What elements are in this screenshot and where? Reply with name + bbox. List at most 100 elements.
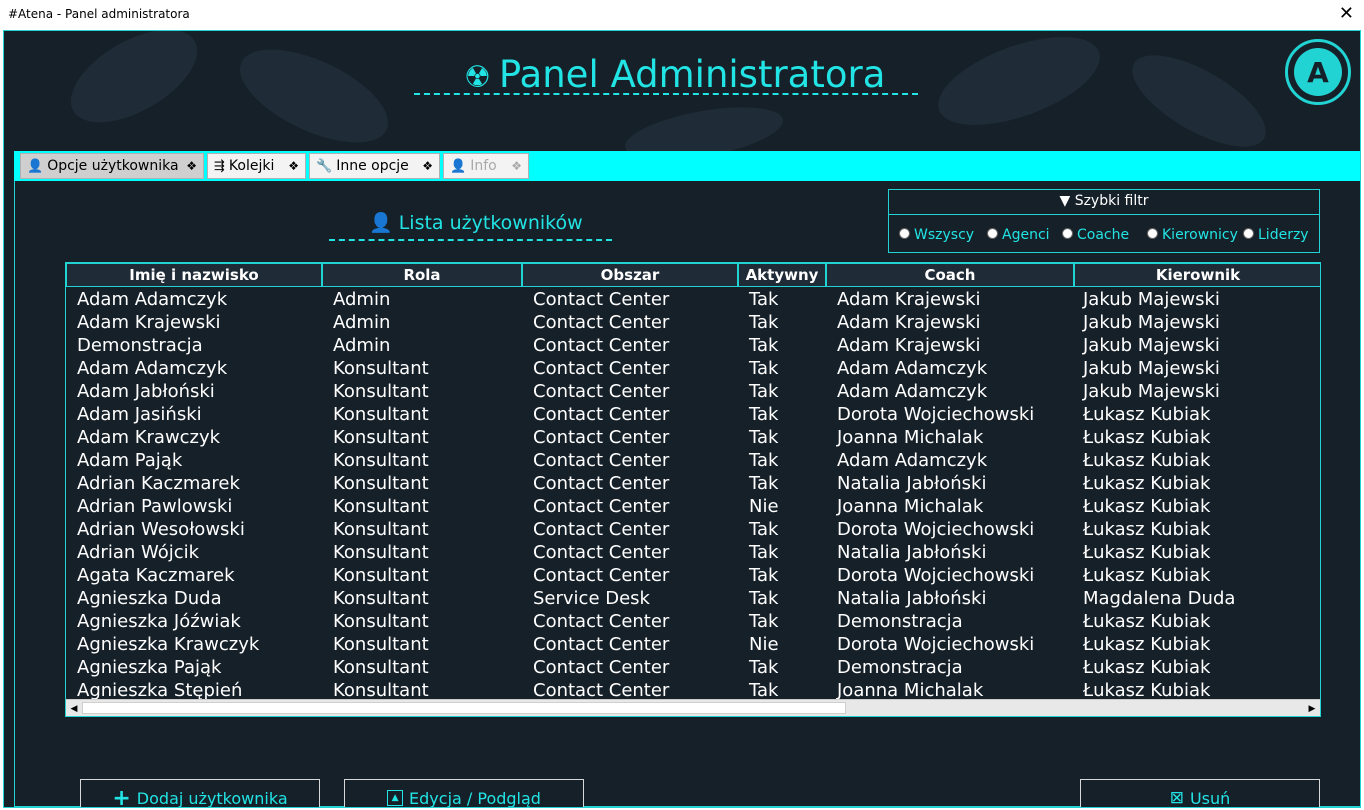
tab-info[interactable]: 👤 Info ❖ bbox=[443, 153, 529, 179]
table-cell: Nie bbox=[749, 634, 779, 655]
table-row[interactable]: Adam Jasiński Konsultant Contact Center Tak… bbox=[66, 403, 1320, 426]
filter-option-agenci[interactable]: Agenci bbox=[987, 227, 1050, 243]
table-cell: Demonstracja bbox=[837, 657, 963, 678]
add-user-button[interactable]: + Dodaj użytkownika bbox=[80, 779, 320, 808]
list-title: 👤 Lista użytkowników bbox=[369, 211, 583, 234]
table-row[interactable]: Agnieszka Duda Konsultant Service Desk Tak N… bbox=[66, 587, 1320, 610]
table-cell: Jakub Majewski bbox=[1083, 335, 1220, 356]
filter-option-kierownicy[interactable]: Kierownicy bbox=[1147, 227, 1238, 243]
table-cell: Adrian Wójcik bbox=[77, 542, 200, 563]
filter-option-coache[interactable]: Coache bbox=[1062, 227, 1129, 243]
delete-label: Usuń bbox=[1189, 788, 1231, 808]
add-user-label: Dodaj użytkownika bbox=[136, 788, 288, 808]
table-cell: Contact Center bbox=[533, 450, 670, 471]
table-cell: Tak bbox=[749, 335, 779, 356]
column-header[interactable]: Coach bbox=[826, 263, 1074, 287]
radio-icon[interactable] bbox=[1062, 228, 1073, 239]
table-cell: Admin bbox=[333, 289, 391, 310]
column-header[interactable]: Kierownik bbox=[1074, 263, 1320, 287]
column-header[interactable]: Obszar bbox=[522, 263, 738, 287]
window-title: #Atena - Panel administratora bbox=[8, 7, 190, 21]
table-row[interactable]: Agnieszka Jóźwiak Konsultant Contact Cente… bbox=[66, 610, 1320, 633]
table-cell: Tak bbox=[749, 542, 779, 563]
quick-filter: ▼ Szybki filtr Wszyscy Agenci Coache Kie… bbox=[888, 189, 1320, 253]
edit-view-label: Edycja / Podgląd bbox=[409, 788, 541, 808]
scrollbar-thumb[interactable] bbox=[82, 702, 846, 714]
edit-icon: ▲ bbox=[387, 790, 404, 806]
table-cell: Contact Center bbox=[533, 358, 670, 379]
table-row[interactable]: Adrian Kaczmarek Konsultant Contact Center… bbox=[66, 472, 1320, 495]
filter-option-label: Agenci bbox=[1002, 227, 1050, 243]
tab-inne-opcje[interactable]: 🔧 Inne opcje ❖ bbox=[309, 153, 440, 179]
table-cell: Agnieszka Krawczyk bbox=[77, 634, 260, 655]
delete-button[interactable]: ⊠ Usuń bbox=[1080, 779, 1320, 808]
background-leaf bbox=[927, 31, 1111, 143]
table-cell: Łukasz Kubiak bbox=[1083, 542, 1211, 563]
table-cell: Contact Center bbox=[533, 519, 670, 540]
tab-opcje-uzytkownika[interactable]: 👤 Opcje użytkownika ❖ bbox=[20, 153, 204, 179]
tab-label: Kolejki bbox=[228, 158, 275, 174]
table-cell: Agnieszka Duda bbox=[77, 588, 222, 609]
column-header[interactable]: Aktywny bbox=[738, 263, 826, 287]
horizontal-scrollbar[interactable]: ◀ ▶ bbox=[66, 699, 1320, 716]
table-cell: Contact Center bbox=[533, 473, 670, 494]
table-row[interactable]: Adam Adamczyk Konsultant Contact Center Tak… bbox=[66, 357, 1320, 380]
pin-icon[interactable]: ❖ bbox=[186, 159, 197, 173]
table-cell: Contact Center bbox=[533, 335, 670, 356]
table-cell: Adam Krajewski bbox=[837, 335, 981, 356]
filter-option-label: Coache bbox=[1077, 227, 1130, 243]
pin-icon[interactable]: ❖ bbox=[288, 159, 299, 173]
table-row[interactable]: Adam Pająk Konsultant Contact Center Tak Ada… bbox=[66, 449, 1320, 472]
column-header[interactable]: Imię i nazwisko bbox=[66, 263, 322, 287]
table-cell: Jakub Majewski bbox=[1083, 289, 1220, 310]
pin-icon[interactable]: ❖ bbox=[511, 159, 522, 173]
table-row[interactable]: Agnieszka Krawczyk Konsultant Contact Cent… bbox=[66, 633, 1320, 656]
table-row[interactable]: Adrian Wesołowski Konsultant Contact Cente… bbox=[66, 518, 1320, 541]
table-cell: Adam Pająk bbox=[77, 450, 183, 471]
table-row[interactable]: Adam Krajewski Admin Contact Center Tak Adam… bbox=[66, 311, 1320, 334]
delete-icon: ⊠ bbox=[1169, 788, 1184, 808]
users-table[interactable]: Imię i nazwisko Rola Obszar Aktywny Coac… bbox=[65, 262, 1321, 717]
table-row[interactable]: Agata Kaczmarek Konsultant Contact Center T… bbox=[66, 564, 1320, 587]
column-header[interactable]: Rola bbox=[322, 263, 522, 287]
table-cell: Łukasz Kubiak bbox=[1083, 634, 1211, 655]
background-leaf bbox=[1119, 37, 1279, 165]
tab-kolejki[interactable]: ⇶ Kolejki ❖ bbox=[207, 153, 306, 179]
filter-option-wszyscy[interactable]: Wszyscy bbox=[899, 227, 974, 243]
edit-view-button[interactable]: ▲ Edycja / Podgląd bbox=[344, 779, 584, 808]
table-cell: Łukasz Kubiak bbox=[1083, 473, 1211, 494]
person-icon: 👤 bbox=[369, 212, 393, 234]
radio-icon[interactable] bbox=[987, 228, 998, 239]
table-cell: Adrian Wesołowski bbox=[77, 519, 245, 540]
table-row[interactable]: Demonstracja Admin Contact Center Tak Adam K… bbox=[66, 334, 1320, 357]
scroll-right-icon[interactable]: ▶ bbox=[1305, 701, 1319, 715]
table-row[interactable]: Adam Adamczyk Admin Contact Center Tak Adam … bbox=[66, 288, 1320, 311]
table-cell: Adam Krajewski bbox=[837, 312, 981, 333]
table-row[interactable]: Adrian Wójcik Konsultant Contact Center Tak… bbox=[66, 541, 1320, 564]
table-cell: Magdalena Duda bbox=[1083, 588, 1236, 609]
table-cell: Konsultant bbox=[333, 634, 429, 655]
table-cell: Łukasz Kubiak bbox=[1083, 565, 1211, 586]
table-cell: Service Desk bbox=[533, 588, 650, 609]
table-cell: Konsultant bbox=[333, 496, 429, 517]
table-row[interactable]: Adam Krawczyk Konsultant Contact Center Tak… bbox=[66, 426, 1320, 449]
table-row[interactable]: Agnieszka Pająk Konsultant Contact Center T… bbox=[66, 656, 1320, 679]
table-cell: Tak bbox=[749, 427, 779, 448]
table-row[interactable]: Adrian Pawlowski Konsultant Contact Center… bbox=[66, 495, 1320, 518]
table-cell: Contact Center bbox=[533, 496, 670, 517]
table-cell: Adam Krawczyk bbox=[77, 427, 221, 448]
radio-icon[interactable] bbox=[899, 228, 910, 239]
filter-option-liderzy[interactable]: Liderzy bbox=[1243, 227, 1309, 243]
table-cell: Konsultant bbox=[333, 404, 429, 425]
table-cell: Tak bbox=[749, 289, 779, 310]
close-icon[interactable]: ✕ bbox=[1339, 3, 1354, 24]
radio-icon[interactable] bbox=[1243, 228, 1254, 239]
table-cell: Konsultant bbox=[333, 358, 429, 379]
radio-icon[interactable] bbox=[1147, 228, 1158, 239]
table-row[interactable]: Adam Jabłoński Konsultant Contact Center Ta… bbox=[66, 380, 1320, 403]
table-cell: Konsultant bbox=[333, 473, 429, 494]
scroll-left-icon[interactable]: ◀ bbox=[67, 701, 81, 715]
title-underline bbox=[414, 93, 918, 95]
table-cell: Konsultant bbox=[333, 542, 429, 563]
pin-icon[interactable]: ❖ bbox=[422, 159, 433, 173]
